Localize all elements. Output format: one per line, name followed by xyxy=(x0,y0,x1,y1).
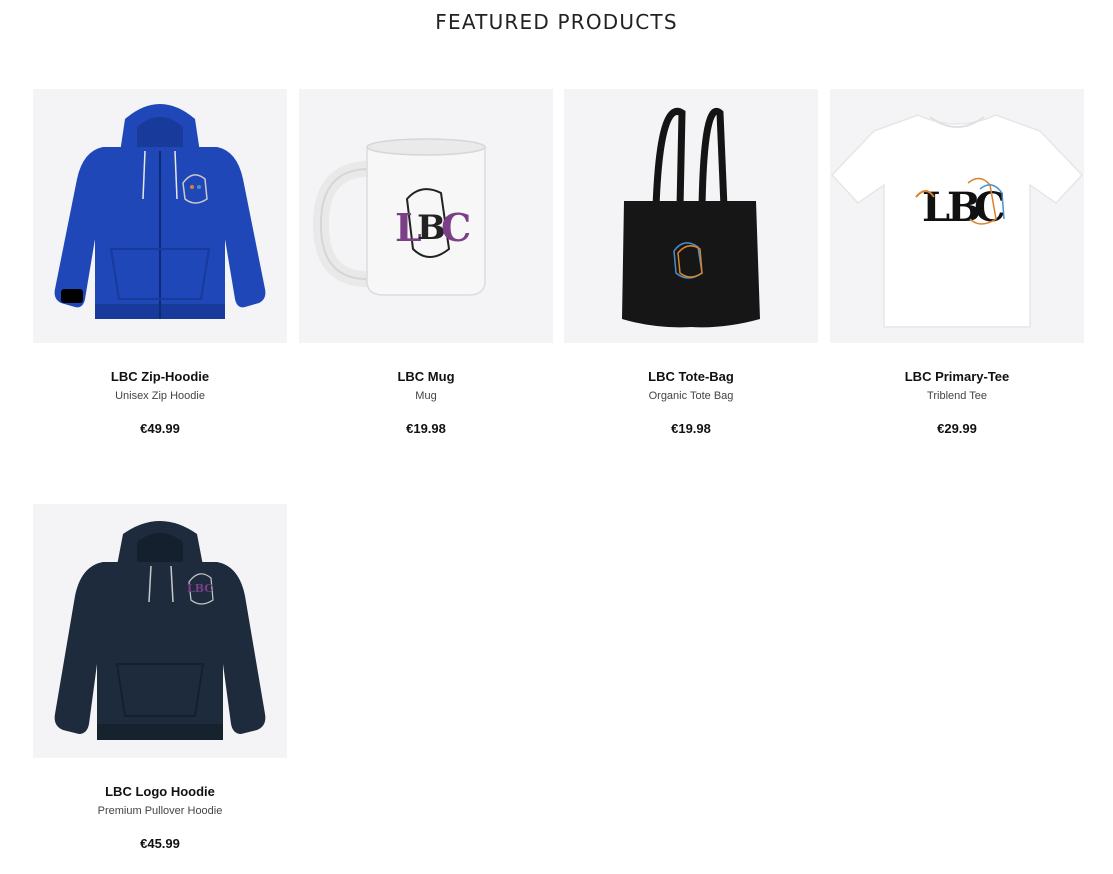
product-price: €29.99 xyxy=(937,421,977,436)
svg-text:C: C xyxy=(441,205,471,250)
product-type: Premium Pullover Hoodie xyxy=(97,805,223,817)
tshirt-icon: L B C xyxy=(830,114,1084,328)
product-price: €49.99 xyxy=(140,421,180,436)
product-card[interactable]: L B C LBC Mug Mug €19.98 xyxy=(299,89,553,437)
product-price: €19.98 xyxy=(406,421,446,436)
product-card[interactable]: LBC Zip-Hoodie Unisex Zip Hoodie €49.99 xyxy=(33,89,287,437)
tote-bag-icon xyxy=(622,107,760,328)
product-image[interactable]: L B C xyxy=(830,89,1084,343)
product-price: €19.98 xyxy=(671,421,711,436)
section-title: FEATURED PRODUCTS xyxy=(435,10,678,34)
product-type: Organic Tote Bag xyxy=(648,390,734,402)
zip-hoodie-icon xyxy=(54,104,266,319)
product-name[interactable]: LBC Primary-Tee xyxy=(830,369,1084,385)
product-price: €45.99 xyxy=(140,836,180,851)
product-image[interactable]: L B C xyxy=(299,89,553,343)
product-card[interactable]: LBC Tote-Bag Organic Tote Bag €19.98 xyxy=(564,89,818,437)
svg-text:LBC: LBC xyxy=(187,582,213,595)
product-card[interactable]: L B C LBC Primary-Tee Triblend Tee €29.9… xyxy=(830,89,1084,437)
product-type: Unisex Zip Hoodie xyxy=(115,390,205,402)
product-image[interactable]: LBC xyxy=(33,504,287,758)
mug-icon: L B C xyxy=(312,138,486,296)
product-name[interactable]: LBC Tote-Bag xyxy=(564,369,818,385)
product-image[interactable] xyxy=(564,89,818,343)
product-name[interactable]: LBC Mug xyxy=(299,369,553,385)
product-image[interactable] xyxy=(33,89,287,343)
product-card[interactable]: LBC LBC Logo Hoodie Premium Pullover Hoo… xyxy=(33,504,287,852)
product-name[interactable]: LBC Zip-Hoodie xyxy=(33,369,287,385)
product-name[interactable]: LBC Logo Hoodie xyxy=(33,784,287,800)
product-type: Mug xyxy=(415,390,437,402)
product-type: Triblend Tee xyxy=(927,390,987,402)
hoodie-icon: LBC xyxy=(54,521,266,740)
